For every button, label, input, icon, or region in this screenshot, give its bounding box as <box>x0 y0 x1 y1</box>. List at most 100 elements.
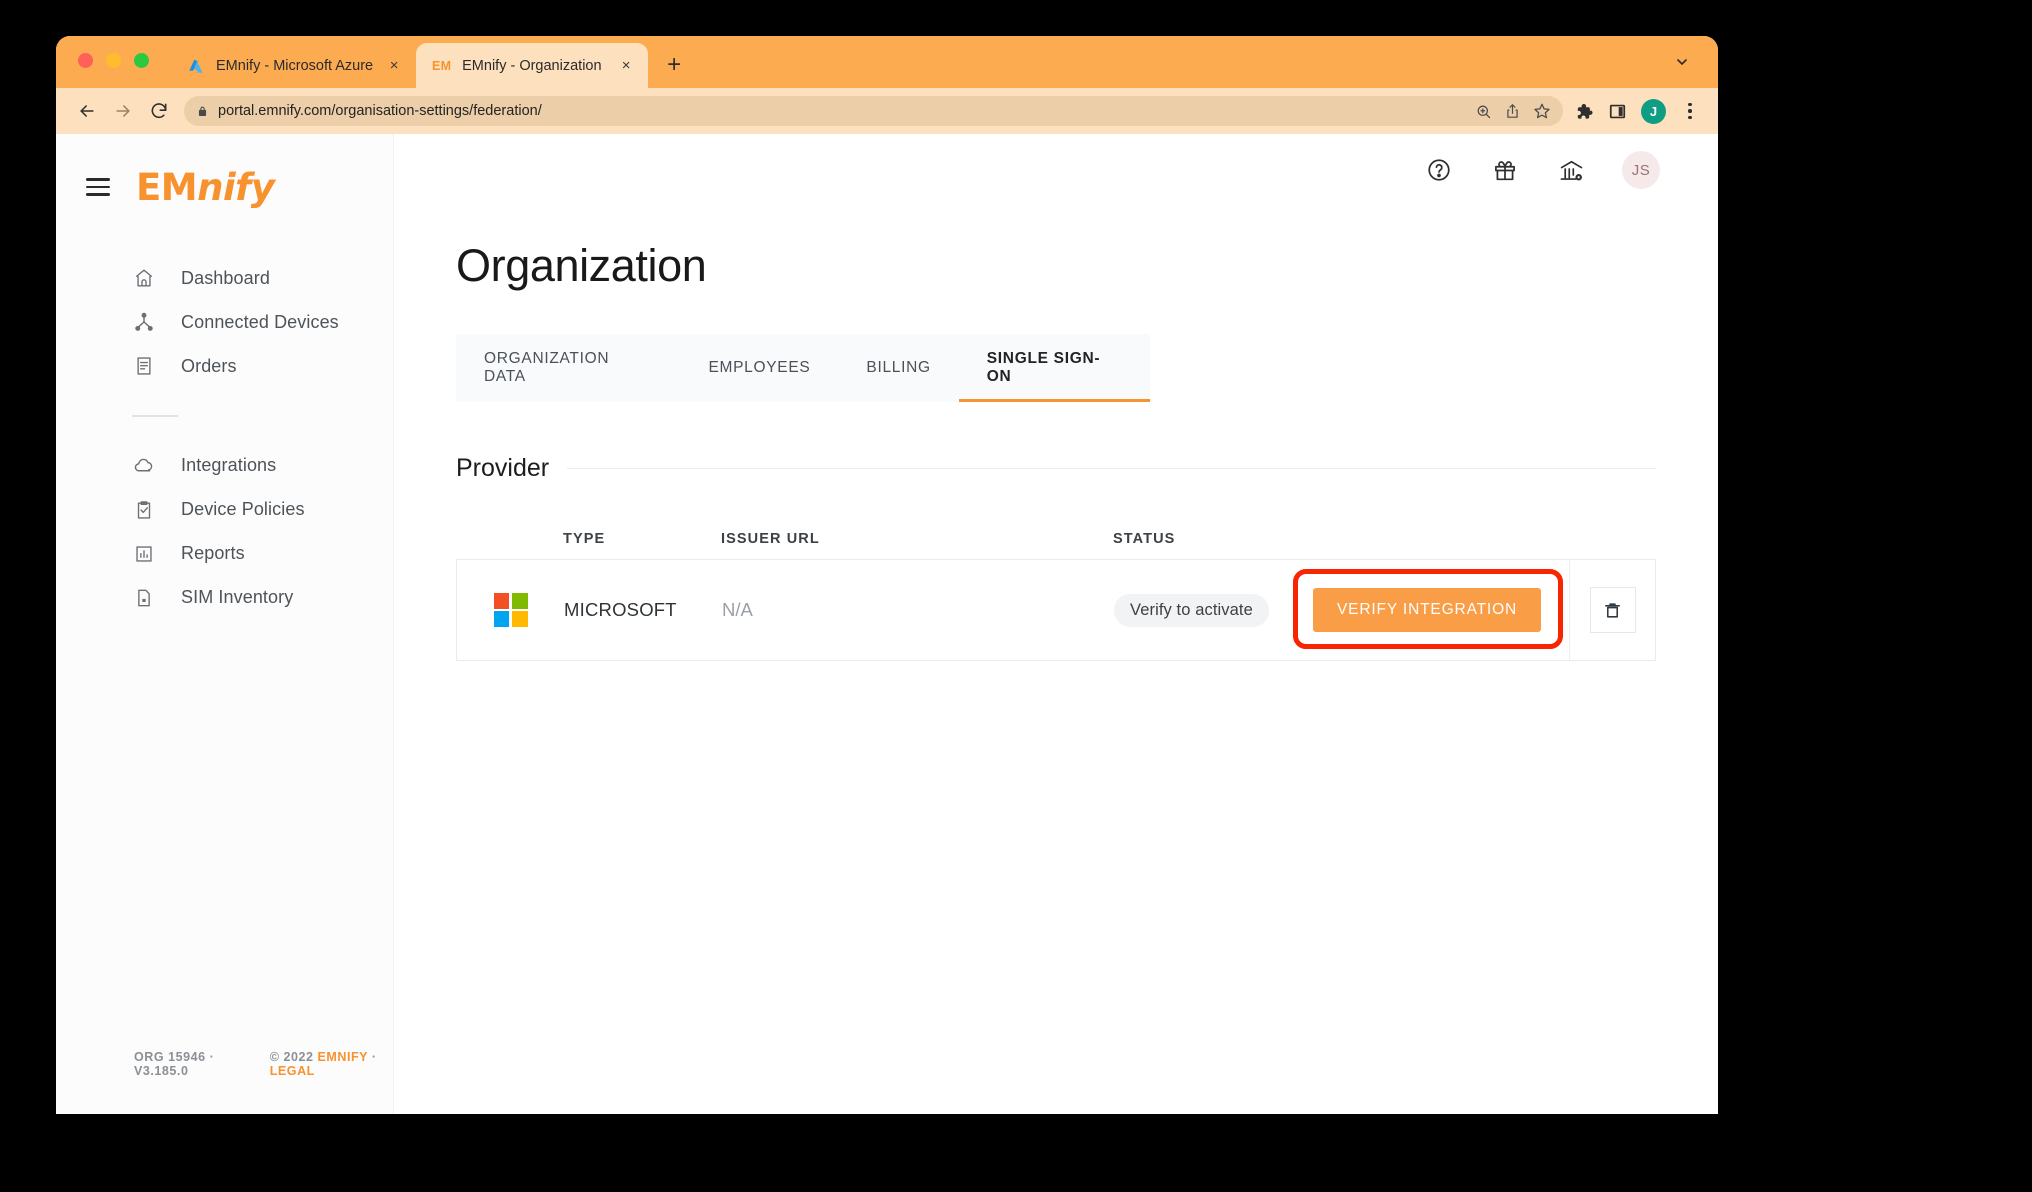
provider-table: TYPE ISSUER URL STATUS MICROSOFT N/A Ver… <box>456 519 1656 661</box>
sidebar-header: EMnify <box>56 156 393 218</box>
sidebar-item-label: SIM Inventory <box>181 587 294 607</box>
puzzle-icon[interactable] <box>1573 101 1594 122</box>
chevron-down-icon[interactable] <box>1670 50 1694 74</box>
tab-list: EMnify - Microsoft Azure × EM EMnify - O… <box>170 36 692 88</box>
table-header-row: TYPE ISSUER URL STATUS <box>456 519 1656 559</box>
sidebar-item-integrations[interactable]: Integrations <box>56 444 393 488</box>
browser-tab-title: EMnify - Organization <box>462 57 602 74</box>
logo-suffix: nify <box>197 165 275 209</box>
bar-chart-icon <box>132 542 156 566</box>
browser-tab-azure[interactable]: EMnify - Microsoft Azure × <box>170 43 416 88</box>
zoom-in-icon[interactable] <box>1475 103 1492 120</box>
sidebar-item-device-policies[interactable]: Device Policies <box>56 488 393 532</box>
cell-delete <box>1569 560 1655 660</box>
ms-square-yellow <box>511 611 528 627</box>
microsoft-logo <box>493 593 528 627</box>
browser-tab-organization[interactable]: EM EMnify - Organization × <box>416 43 649 88</box>
copyright-block: © 2022 EMNIFY · LEGAL <box>270 1050 393 1078</box>
browser-toolbar: portal.emnify.com/organisation-settings/… <box>56 88 1718 134</box>
hamburger-icon[interactable] <box>86 178 110 196</box>
main-content: JS Organization ORGANIZATION DATA EMPLOY… <box>394 134 1718 1114</box>
cell-provider-type: MICROSOFT <box>564 599 677 620</box>
cell-action: VERIFY INTEGRATION <box>1285 569 1569 649</box>
bank-settings-icon[interactable] <box>1556 155 1586 185</box>
sidebar-item-reports[interactable]: Reports <box>56 532 393 576</box>
tab-employees[interactable]: EMPLOYEES <box>680 334 838 402</box>
tab-billing[interactable]: BILLING <box>838 334 958 402</box>
sidebar-item-orders[interactable]: Orders <box>56 344 393 388</box>
share-icon[interactable] <box>1504 103 1521 120</box>
gift-icon[interactable] <box>1490 155 1520 185</box>
column-header-status: STATUS <box>1113 531 1176 547</box>
section-title: Provider <box>456 454 550 482</box>
back-button[interactable] <box>70 94 104 128</box>
cloud-icon <box>132 454 156 478</box>
close-tab-button[interactable]: × <box>384 56 404 76</box>
sidebar-item-connected-devices[interactable]: Connected Devices <box>56 300 393 344</box>
maximize-window-button[interactable] <box>134 53 149 68</box>
browser-window: EMnify - Microsoft Azure × EM EMnify - O… <box>56 36 1718 1114</box>
verify-integration-button[interactable]: VERIFY INTEGRATION <box>1312 588 1542 632</box>
page-content: Organization ORGANIZATION DATA EMPLOYEES… <box>394 206 1718 661</box>
app-topbar: JS <box>394 134 1718 206</box>
kebab-menu-icon[interactable] <box>1680 102 1700 120</box>
browser-extension-toolbar: J <box>1573 98 1700 124</box>
help-circle-icon[interactable] <box>1424 155 1454 185</box>
copyright-prefix: © 2022 <box>269 1050 318 1064</box>
logo-prefix: EM <box>136 165 198 209</box>
provider-section-header: Provider <box>456 454 1656 483</box>
window-controls <box>78 53 149 68</box>
reload-button[interactable] <box>142 94 176 128</box>
page-title: Organization <box>456 240 707 291</box>
close-window-button[interactable] <box>78 53 93 68</box>
emnify-icon: EM <box>431 58 452 73</box>
sidebar-item-dashboard[interactable]: Dashboard <box>56 256 393 300</box>
legal-link[interactable]: LEGAL <box>270 1064 315 1078</box>
ms-square-blue <box>493 611 510 627</box>
page-tabbar: ORGANIZATION DATA EMPLOYEES BILLING SING… <box>456 334 1151 402</box>
trash-icon <box>1602 600 1623 621</box>
sidebar-nav: Dashboard Connected Devices Orders Integ… <box>56 256 393 620</box>
azure-icon <box>186 56 205 75</box>
sidebar-item-label: Orders <box>181 355 237 376</box>
footer-separator: · <box>367 1050 377 1064</box>
forward-button[interactable] <box>106 94 140 128</box>
delete-provider-button[interactable] <box>1589 587 1636 633</box>
tab-organization-data[interactable]: ORGANIZATION DATA <box>456 334 680 402</box>
section-divider <box>567 468 1656 469</box>
chrome-profile-avatar[interactable]: J <box>1641 98 1666 124</box>
sidebar-item-label: Device Policies <box>181 499 305 519</box>
minimize-window-button[interactable] <box>106 53 121 68</box>
status-badge: Verify to activate <box>1114 593 1269 627</box>
side-panel-icon[interactable] <box>1608 102 1627 121</box>
close-tab-button[interactable]: × <box>616 56 636 76</box>
sidebar-footer: ORG 15946 · V3.185.0 © 2022 EMNIFY · LEG… <box>56 1050 393 1114</box>
sidebar: EMnify Dashboard Connected Devices Order… <box>56 134 394 1114</box>
app-body: EMnify Dashboard Connected Devices Order… <box>56 134 1718 1114</box>
column-header-type: TYPE <box>563 531 606 547</box>
sidebar-item-label: Connected Devices <box>181 311 339 332</box>
sidebar-item-label: Reports <box>181 543 245 563</box>
new-tab-button[interactable]: + <box>656 47 692 83</box>
tab-single-sign-on[interactable]: SINGLE SIGN-ON <box>958 334 1151 402</box>
clipboard-check-icon <box>132 498 156 522</box>
star-icon[interactable] <box>1533 102 1551 120</box>
cell-status: Verify to activate <box>1114 593 1285 627</box>
cell-issuer-url: N/A <box>722 599 753 620</box>
company-link[interactable]: EMNIFY <box>318 1050 368 1064</box>
sidebar-item-sim-inventory[interactable]: SIM Inventory <box>56 576 393 620</box>
sidebar-item-label: Dashboard <box>181 267 270 288</box>
sidebar-divider <box>132 415 178 417</box>
ms-square-red <box>493 593 510 609</box>
browser-tabstrip: EMnify - Microsoft Azure × EM EMnify - O… <box>56 36 1718 88</box>
sim-card-icon <box>132 586 156 610</box>
org-version-label: ORG 15946 · V3.185.0 <box>134 1050 215 1078</box>
ms-square-green <box>511 593 528 609</box>
address-bar-url: portal.emnify.com/organisation-settings/… <box>218 103 542 119</box>
browser-tab-title: EMnify - Microsoft Azure <box>216 57 374 74</box>
column-header-issuer-url: ISSUER URL <box>721 531 820 547</box>
avatar[interactable]: JS <box>1622 151 1660 189</box>
sidebar-item-label: Integrations <box>181 455 277 475</box>
emnify-logo: EMnify <box>136 165 275 209</box>
address-bar[interactable]: portal.emnify.com/organisation-settings/… <box>184 96 1563 126</box>
